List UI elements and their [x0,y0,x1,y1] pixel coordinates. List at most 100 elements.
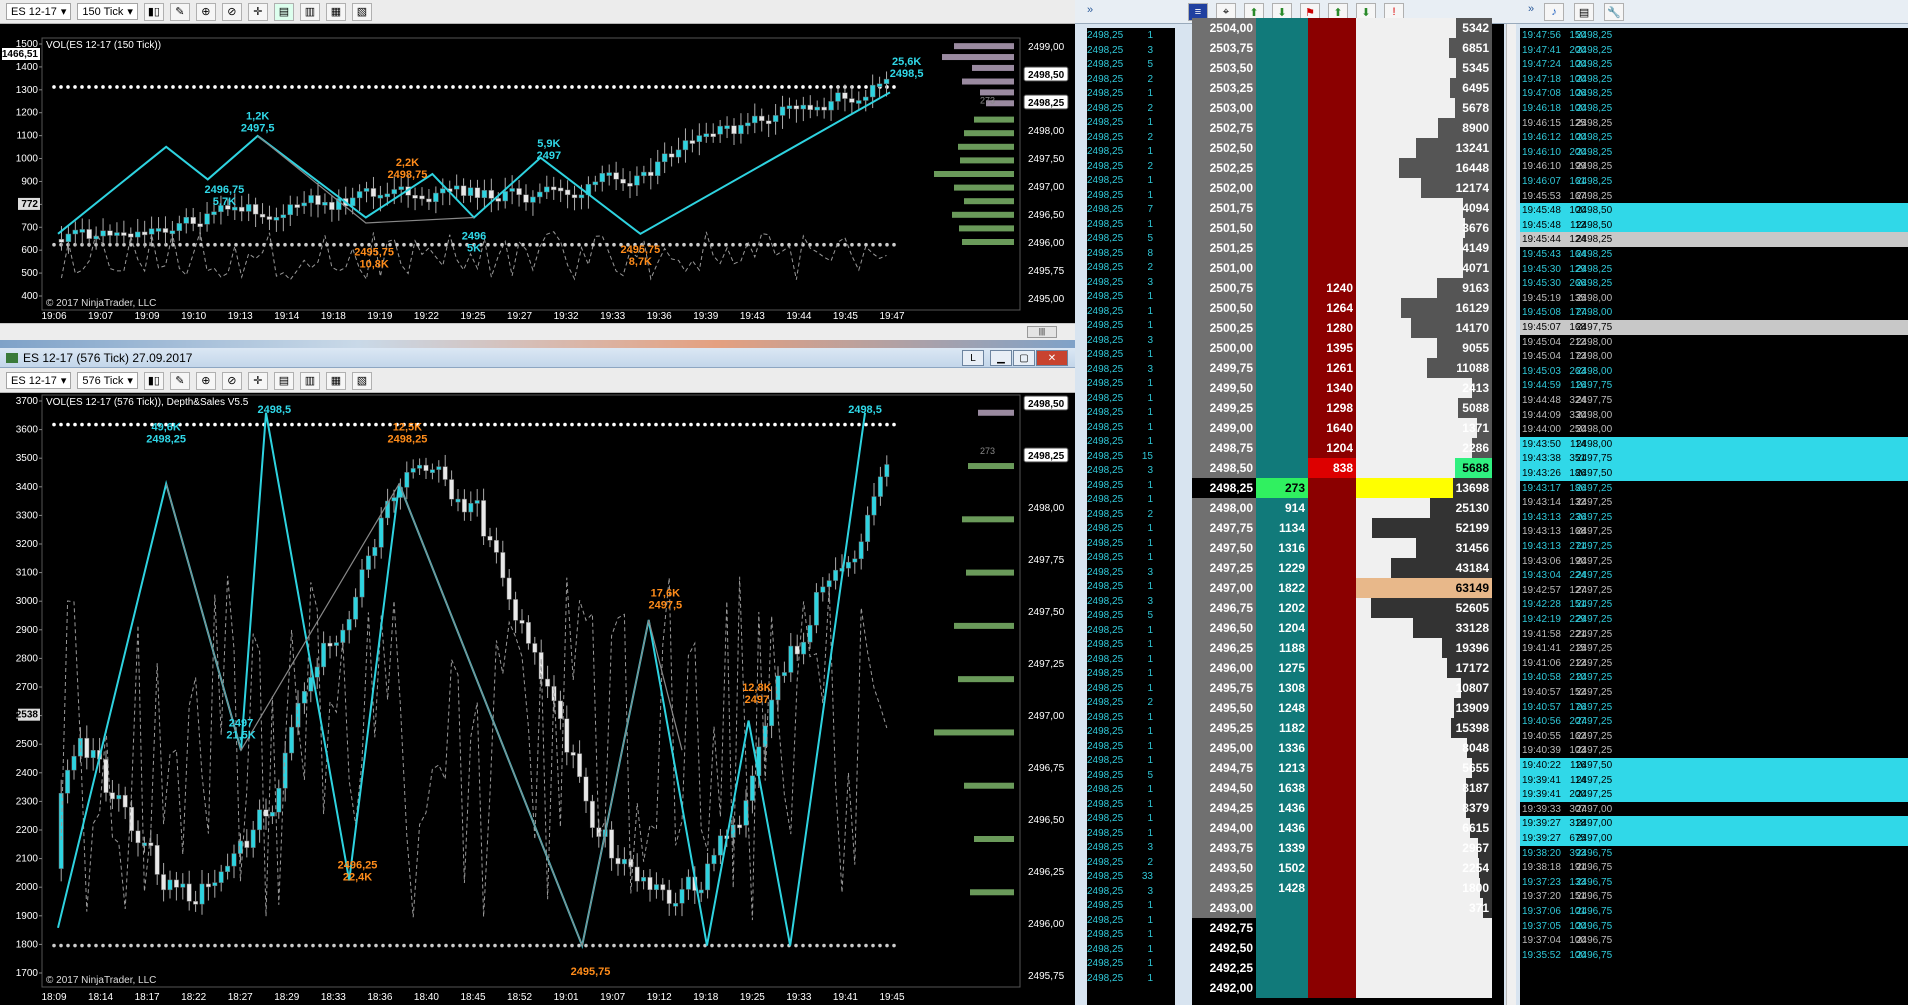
music-note-icon[interactable]: ♪ [1544,3,1565,21]
dom-volume-bg[interactable]: 19396 [1356,638,1492,658]
dom-ask-cell[interactable]: 1261 [1308,358,1356,378]
dom-ask-cell[interactable] [1308,898,1356,918]
hide-drawing-icon[interactable]: ⊘ [221,2,242,21]
dom-volume-bg[interactable]: 8379 [1356,798,1492,818]
dom-price-cell[interactable]: 2503,50 [1192,58,1256,78]
dom-ask-cell[interactable] [1308,838,1356,858]
dom-ask-cell[interactable] [1308,38,1356,58]
dom-volume-bg[interactable]: 2254 [1356,858,1492,878]
top-chart-canvas[interactable]: VOL(ES 12-17 (150 Tick))1500140013001200… [0,24,1075,324]
dom-bid-cell[interactable] [1256,918,1308,938]
dom-volume-bg[interactable]: 15398 [1356,718,1492,738]
dom-bid-cell[interactable]: 1502 [1256,858,1308,878]
dom-price-cell[interactable]: 2500,50 [1192,298,1256,318]
dom-bid-cell[interactable] [1256,438,1308,458]
dom-price-cell[interactable]: 2493,00 [1192,898,1256,918]
dom-bid-cell[interactable]: 1248 [1256,698,1308,718]
dom-price-cell[interactable]: 2503,75 [1192,38,1256,58]
l-button[interactable]: L [962,350,984,366]
dom-volume-bg[interactable]: 1800 [1356,878,1492,898]
dom-bid-cell[interactable]: 1638 [1256,778,1308,798]
dom-ask-cell[interactable] [1308,158,1356,178]
dom-price-cell[interactable]: 2501,75 [1192,198,1256,218]
dom-ask-cell[interactable] [1308,798,1356,818]
dom-bid-cell[interactable] [1256,298,1308,318]
dom-bid-cell[interactable] [1256,98,1308,118]
dom-ask-cell[interactable] [1308,218,1356,238]
dom-ask-cell[interactable] [1308,558,1356,578]
dom-volume-bg[interactable]: 14170 [1356,318,1492,338]
dom-volume-bg[interactable] [1356,978,1492,998]
dom-price-cell[interactable]: 2500,75 [1192,278,1256,298]
wrench-icon[interactable]: 🔧 [1604,3,1625,21]
dom-price-cell[interactable]: 2504,00 [1192,18,1256,38]
dom-price-cell[interactable]: 2499,75 [1192,358,1256,378]
dom-ask-cell[interactable] [1308,698,1356,718]
dom-volume-bg[interactable]: 2413 [1356,378,1492,398]
dom-price-cell[interactable]: 2492,25 [1192,958,1256,978]
dom-bid-cell[interactable] [1256,338,1308,358]
dom-bid-cell[interactable] [1256,398,1308,418]
draw-pencil-icon[interactable]: ✎ [169,371,190,390]
dom-ask-cell[interactable]: 1264 [1308,298,1356,318]
dom-ask-cell[interactable] [1308,918,1356,938]
dom-bid-cell[interactable] [1256,138,1308,158]
dom-price-cell[interactable]: 2492,50 [1192,938,1256,958]
dom-price-cell[interactable]: 2500,25 [1192,318,1256,338]
bar-type-icon[interactable]: ▮▯ [143,2,164,21]
close-icon[interactable]: ✕ [1036,350,1068,366]
dom-current-price[interactable]: 2498,25 [1192,478,1256,498]
dom-volume-bg[interactable]: 10807 [1356,678,1492,698]
dom-bid-cell[interactable] [1256,58,1308,78]
dom-bid-cell[interactable]: 1202 [1256,598,1308,618]
dom-bid-cell[interactable] [1256,78,1308,98]
dom-price-cell[interactable]: 2503,25 [1192,78,1256,98]
instrument-selector[interactable]: ES 12-17 ▾ [6,3,72,20]
dom-ask-cell[interactable] [1308,778,1356,798]
dom-ask-cell[interactable]: 1204 [1308,438,1356,458]
dom-volume-bg[interactable]: 5088 [1356,398,1492,418]
dom-bid-cell[interactable] [1256,418,1308,438]
dom-ask-cell[interactable] [1308,818,1356,838]
dom-volume-bg[interactable]: 12174 [1356,178,1492,198]
dom-price-cell[interactable]: 2494,50 [1192,778,1256,798]
dom-price-cell[interactable]: 2495,25 [1192,718,1256,738]
dom-volume-bg[interactable]: 371 [1356,898,1492,918]
dom-price-cell[interactable]: 2501,00 [1192,258,1256,278]
dom-bid-cell[interactable] [1256,458,1308,478]
dom-price-cell[interactable]: 2496,50 [1192,618,1256,638]
dom-volume-bg[interactable]: 52605 [1356,598,1492,618]
filter-icon[interactable]: ▤ [1574,3,1595,21]
dom-ask-cell[interactable]: 1640 [1308,418,1356,438]
dom-price-cell[interactable]: 2503,00 [1192,98,1256,118]
dom-ask-cell[interactable] [1308,78,1356,98]
dom-ask-cell[interactable] [1308,538,1356,558]
dom-volume-bg[interactable]: 13909 [1356,698,1492,718]
dom-price-cell[interactable]: 2494,25 [1192,798,1256,818]
dom-bid-cell[interactable] [1256,218,1308,238]
dom-volume-bg[interactable] [1356,958,1492,978]
dom-ask-cell[interactable] [1308,98,1356,118]
dom-ask-cell[interactable] [1308,58,1356,78]
strategies-icon[interactable]: ▦ [325,371,346,390]
dom-ask-cell[interactable] [1308,678,1356,698]
chart-trader-icon[interactable]: ▤ [273,371,294,390]
dom-price-cell[interactable]: 2495,00 [1192,738,1256,758]
dom-bid-cell[interactable]: 1436 [1256,818,1308,838]
dom-current-ask[interactable] [1308,478,1356,498]
dom-bid-cell[interactable]: 1275 [1256,658,1308,678]
period-selector[interactable]: 576 Tick ▾ [77,372,138,389]
properties-icon[interactable]: ▧ [351,2,372,21]
chart-trader-icon[interactable]: ▤ [273,2,294,21]
dom-volume-bg[interactable]: 16448 [1356,158,1492,178]
dom-price-cell[interactable]: 2498,50 [1192,458,1256,478]
dom-bid-cell[interactable]: 1134 [1256,518,1308,538]
dom-scrollbar[interactable] [1506,24,1516,1005]
dom-volume-bg[interactable]: 1371 [1356,418,1492,438]
crosshair-icon[interactable]: ✛ [247,2,268,21]
dom-price-cell[interactable]: 2499,00 [1192,418,1256,438]
dom-volume-bg[interactable]: 9163 [1356,278,1492,298]
instrument-selector[interactable]: ES 12-17 ▾ [6,372,72,389]
dom-volume-bg[interactable]: 43184 [1356,558,1492,578]
dom-volume-bg[interactable]: 8900 [1356,118,1492,138]
